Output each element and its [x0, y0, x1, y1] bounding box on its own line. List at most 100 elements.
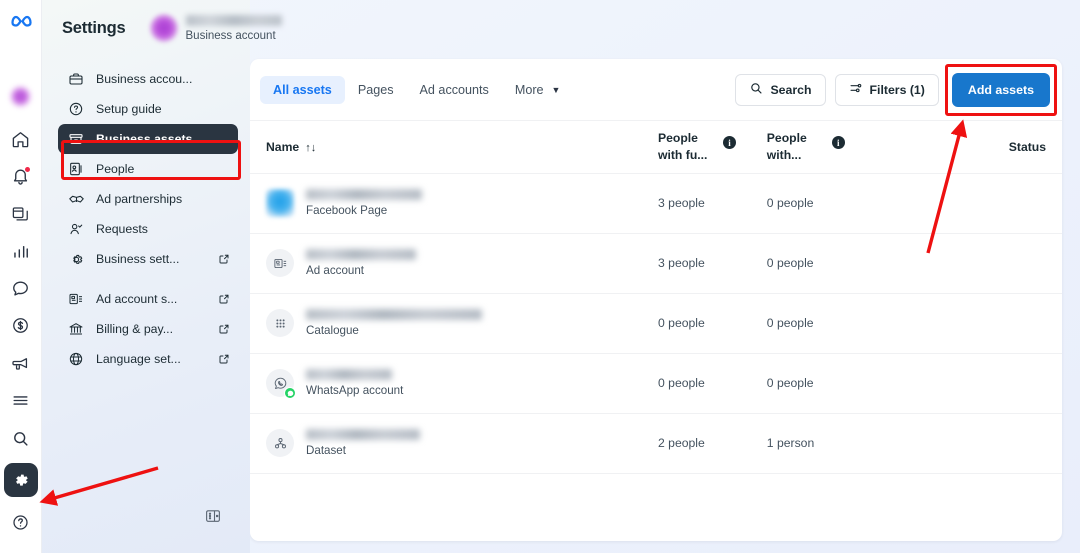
add-assets-wrapper: Add assets	[952, 73, 1050, 107]
asset-type-label: WhatsApp account	[306, 384, 403, 397]
column-header-label: Status	[1009, 140, 1046, 154]
insights-bar-chart-icon[interactable]	[4, 235, 38, 268]
external-link-icon	[218, 293, 230, 305]
sidebar-item-ad-account-settings[interactable]: Ad account s...	[58, 284, 238, 314]
id-card-icon	[66, 161, 86, 177]
tab-all-assets[interactable]: All assets	[260, 76, 345, 104]
column-header-people-partial: People with... i	[767, 121, 876, 173]
sidebar-item-setup-guide[interactable]: Setup guide	[58, 94, 238, 124]
whatsapp-icon	[266, 369, 294, 397]
home-icon[interactable]	[4, 123, 38, 156]
external-link-icon	[218, 353, 230, 365]
cell-name: Facebook Page	[250, 173, 658, 233]
cell-spacer	[876, 413, 957, 473]
cell-status	[956, 413, 1062, 473]
cell-name: Catalogue	[250, 293, 658, 353]
sidebar-item-language-settings[interactable]: Language set...	[58, 344, 238, 374]
asset-type-label: Dataset	[306, 444, 420, 457]
user-check-icon	[66, 221, 86, 237]
bank-icon	[66, 321, 86, 337]
cell-people-partial: 0 people	[767, 173, 876, 233]
tab-label: Pages	[358, 83, 394, 97]
sidebar-item-label: Setup guide	[96, 102, 230, 116]
cell-people-full: 3 people	[658, 233, 767, 293]
settings-sidebar: Settings Business account Business accou…	[42, 0, 250, 553]
assets-table: Name↑↓ People with fu... i People with..…	[250, 121, 1062, 474]
sidebar-item-label: Requests	[96, 222, 230, 236]
column-header-status: Status	[956, 121, 1062, 173]
filters-sliders-icon	[849, 81, 863, 98]
facebook-page-avatar	[266, 189, 294, 217]
ad-account-icon	[266, 249, 294, 277]
profile-avatar[interactable]	[10, 86, 31, 107]
cell-name: Dataset	[250, 413, 658, 473]
cell-people-full: 2 people	[658, 413, 767, 473]
column-header-spacer	[876, 121, 957, 173]
business-account-subtitle: Business account	[186, 30, 282, 42]
cell-people-partial: 0 people	[767, 233, 876, 293]
sort-arrows-icon[interactable]: ↑↓	[305, 142, 316, 154]
sidebar-item-label: Business sett...	[96, 252, 212, 266]
chevron-down-icon: ▼	[552, 85, 561, 95]
cell-status	[956, 233, 1062, 293]
tab-ad-accounts[interactable]: Ad accounts	[407, 76, 502, 104]
sidebar-item-billing-and-payments[interactable]: Billing & pay...	[58, 314, 238, 344]
settings-gear-icon[interactable]	[4, 463, 38, 497]
sidebar-item-ad-partnerships[interactable]: Ad partnerships	[58, 184, 238, 214]
column-header-name[interactable]: Name↑↓	[250, 121, 658, 173]
cell-name: WhatsApp account	[250, 353, 658, 413]
tab-label: Ad accounts	[420, 83, 489, 97]
cell-people-full: 3 people	[658, 173, 767, 233]
sidebar-item-business-assets[interactable]: Business assets	[58, 124, 238, 154]
archive-box-icon	[66, 131, 86, 147]
asset-type-label: Ad account	[306, 264, 416, 277]
assets-table-body: Facebook Page 3 people 0 people	[250, 173, 1062, 473]
collapse-panel-icon[interactable]	[202, 505, 224, 527]
catalogue-grid-icon	[266, 309, 294, 337]
column-header-label: People with...	[767, 130, 825, 163]
sidebar-item-business-account[interactable]: Business accou...	[58, 64, 238, 94]
pages-windows-icon[interactable]	[4, 197, 38, 230]
table-row[interactable]: Ad account 3 people 0 people	[250, 233, 1062, 293]
all-tools-menu-icon[interactable]	[4, 384, 38, 417]
search-icon[interactable]	[4, 421, 38, 455]
asset-type-label: Catalogue	[306, 324, 482, 337]
billing-dollar-icon[interactable]	[4, 309, 38, 342]
cell-spacer	[876, 233, 957, 293]
globe-icon	[66, 351, 86, 367]
nav-group-divider	[42, 274, 250, 284]
sidebar-item-label: Language set...	[96, 352, 212, 366]
sidebar-item-label: Ad account s...	[96, 292, 212, 306]
asset-name-redacted	[306, 429, 420, 440]
table-row[interactable]: Facebook Page 3 people 0 people	[250, 173, 1062, 233]
cell-status	[956, 173, 1062, 233]
sidebar-item-people[interactable]: People	[58, 154, 238, 184]
info-icon[interactable]: i	[723, 136, 736, 149]
info-icon[interactable]: i	[832, 136, 845, 149]
cell-people-full: 0 people	[658, 293, 767, 353]
cell-spacer	[876, 353, 957, 413]
sidebar-item-label: Ad partnerships	[96, 192, 230, 206]
sidebar-item-label: Billing & pay...	[96, 322, 212, 336]
add-assets-button[interactable]: Add assets	[952, 73, 1050, 107]
sidebar-item-requests[interactable]: Requests	[58, 214, 238, 244]
tab-more[interactable]: More ▼	[502, 76, 574, 104]
table-row[interactable]: Dataset 2 people 1 person	[250, 413, 1062, 473]
business-account-info[interactable]: Business account	[186, 15, 282, 42]
messages-chat-icon[interactable]	[4, 272, 38, 305]
tab-pages[interactable]: Pages	[345, 76, 407, 104]
sidebar-item-label: People	[96, 162, 230, 176]
asset-name-redacted	[306, 369, 392, 380]
search-button[interactable]: Search	[735, 74, 825, 106]
table-row[interactable]: WhatsApp account 0 people 0 people	[250, 353, 1062, 413]
sidebar-item-business-settings[interactable]: Business sett...	[58, 244, 238, 274]
cell-people-full: 0 people	[658, 353, 767, 413]
ads-megaphone-icon[interactable]	[4, 346, 38, 379]
table-row[interactable]: Catalogue 0 people 0 people	[250, 293, 1062, 353]
search-button-label: Search	[770, 83, 811, 97]
business-avatar[interactable]	[150, 14, 178, 42]
help-question-icon[interactable]	[4, 505, 38, 539]
filters-button[interactable]: Filters (1)	[835, 74, 939, 106]
handshake-icon	[66, 191, 86, 208]
notifications-bell-icon[interactable]	[4, 160, 38, 193]
